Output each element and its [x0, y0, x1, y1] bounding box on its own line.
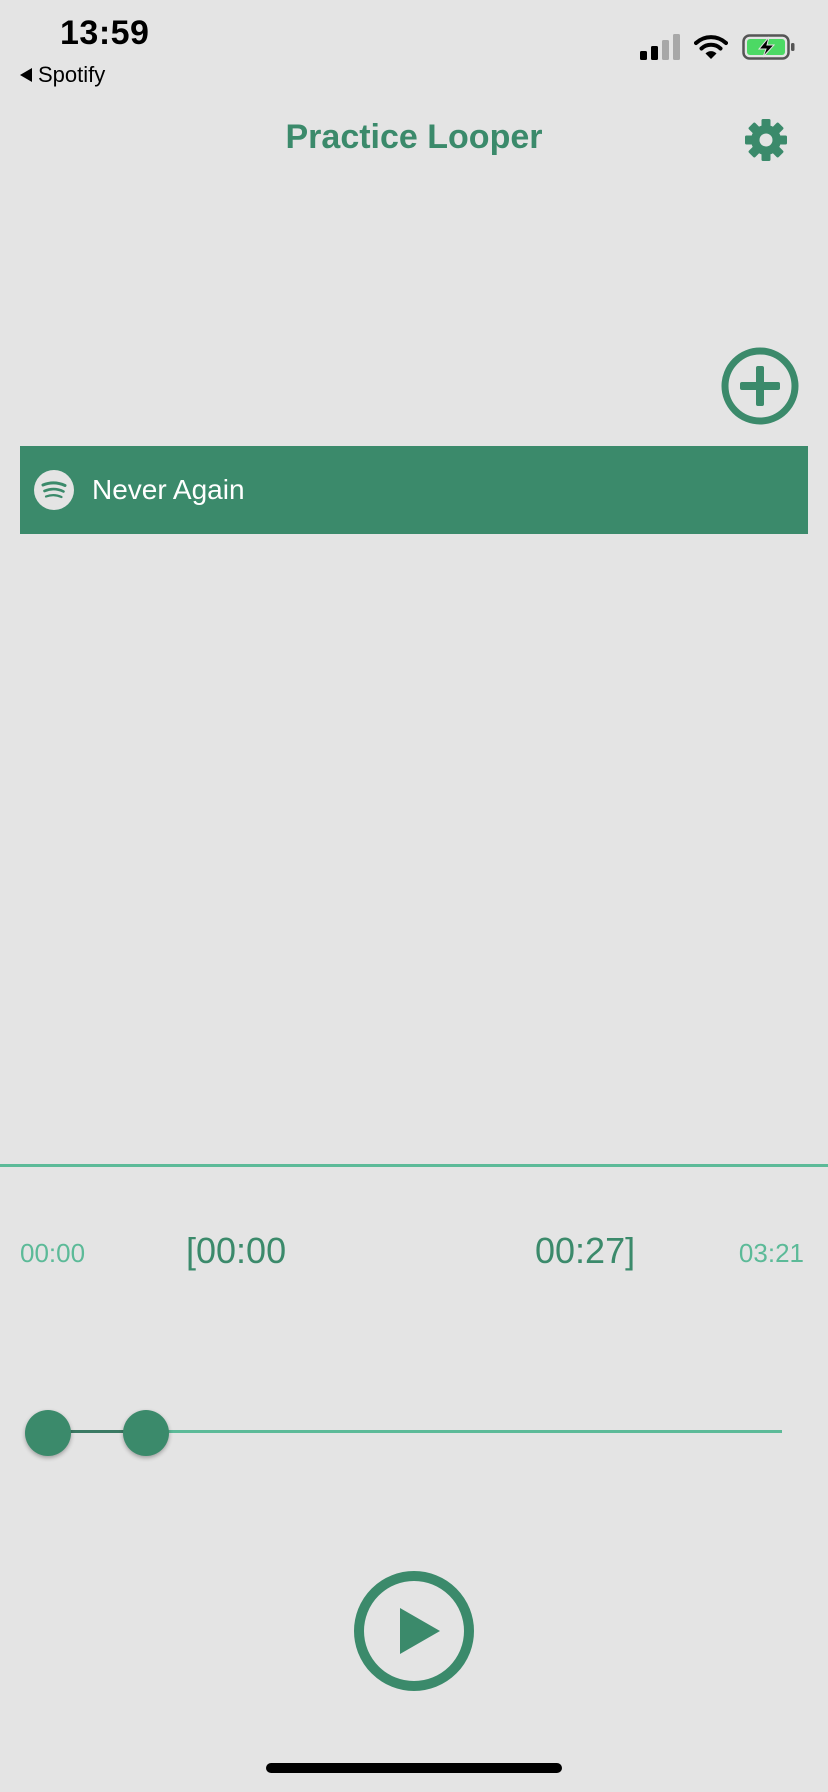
home-indicator — [266, 1763, 562, 1773]
spotify-icon — [34, 470, 74, 510]
add-track-button[interactable] — [720, 346, 800, 426]
track-title: Never Again — [92, 474, 245, 505]
cellular-signal-icon — [640, 34, 680, 60]
battery-charging-icon — [742, 34, 795, 60]
loop-start-time: [00:00 — [186, 1230, 287, 1271]
loop-end-time: 00:27] — [535, 1230, 636, 1271]
loop-end-handle[interactable] — [123, 1410, 170, 1456]
back-app-label: Spotify — [38, 62, 106, 87]
player-divider — [0, 1164, 828, 1167]
track-list-item[interactable]: Never Again — [20, 446, 808, 534]
play-button[interactable] — [353, 1570, 475, 1692]
wifi-icon — [694, 35, 728, 59]
loop-start-handle[interactable] — [25, 1410, 71, 1456]
status-icons — [640, 34, 796, 60]
track-start-time: 00:00 — [20, 1238, 86, 1268]
status-time: 13:59 — [60, 14, 150, 52]
screen: 13:59 Spotify Practice Looper Never Agai… — [0, 0, 828, 1792]
plus-circle-icon — [721, 347, 799, 425]
back-to-app-link[interactable]: Spotify — [20, 62, 105, 88]
track-end-time: 03:21 — [738, 1238, 804, 1268]
play-circle-icon — [354, 1571, 474, 1691]
app-title: Practice Looper — [285, 118, 543, 156]
settings-button[interactable] — [744, 118, 788, 162]
gear-icon — [745, 119, 787, 161]
back-arrow-icon — [20, 68, 32, 82]
